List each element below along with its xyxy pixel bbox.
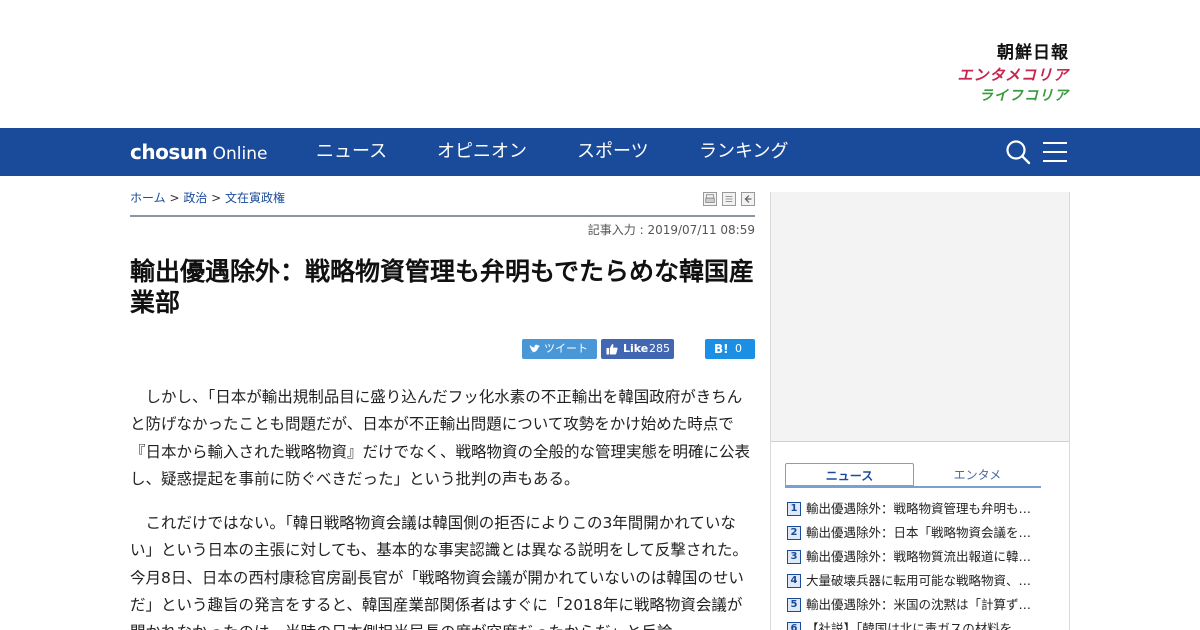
ranking-title: 輸出優遇除外：米国の沈黙は「計算ず… xyxy=(806,597,1032,612)
article-paragraph: しかし、「日本が輸出規制品目に盛り込んだフッ化水素の不正輸出を韓国政府がきちんと… xyxy=(130,388,751,488)
tweet-button[interactable]: ツイート xyxy=(522,339,597,359)
nav-item-sports[interactable]: スポーツ xyxy=(577,140,649,164)
breadcrumb-home[interactable]: ホーム xyxy=(130,191,166,205)
like-label: Like xyxy=(623,342,649,355)
nav-item-opinion[interactable]: オピニオン xyxy=(437,140,527,164)
ranking-title: 【社説】「韓国は北に毒ガスの材料を… xyxy=(806,621,1025,630)
ranking-title: 輸出優遇除外：戦略物資管理も弁明も… xyxy=(806,501,1032,516)
article-dateline: 記事入力 : 2019/07/11 08:59 xyxy=(587,223,755,237)
ranking-item[interactable]: 6 【社説】「韓国は北に毒ガスの材料を… xyxy=(787,620,1047,630)
ranking-title: 輸出優遇除外：日本「戦略物資会議を… xyxy=(806,525,1032,540)
rank-number-badge: 6 xyxy=(787,622,801,630)
ranking-item[interactable]: 2 輸出優遇除外：日本「戦略物資会議を… xyxy=(787,524,1047,542)
breadcrumb: ホーム > 政治 > 文在寅政権 xyxy=(130,190,285,206)
ranking-item[interactable]: 1 輸出優遇除外：戦略物資管理も弁明も… xyxy=(787,500,1047,518)
nav-item-news[interactable]: ニュース xyxy=(316,140,387,164)
facebook-like-button[interactable]: Like 285 xyxy=(601,339,674,359)
hatena-bookmark-button[interactable]: B! 0 xyxy=(705,339,755,359)
masthead: 朝鮮日報 エンタメコリア ライフコリア xyxy=(0,0,1200,128)
breadcrumb-separator: > xyxy=(165,191,184,205)
like-count: 285 xyxy=(649,342,670,355)
chosun-online-logo[interactable]: chosun Online xyxy=(130,140,267,166)
tab-news[interactable]: ニュース xyxy=(785,463,914,488)
chosun-ilbo-logo[interactable]: 朝鮮日報 xyxy=(957,42,1069,64)
article-header-rule xyxy=(130,215,755,217)
rank-number-badge: 5 xyxy=(787,598,801,612)
life-korea-logo[interactable]: ライフコリア xyxy=(957,86,1069,106)
ranking-title: 大量破壊兵器に転用可能な戦略物資、… xyxy=(806,573,1032,588)
breadcrumb-politics[interactable]: 政治 xyxy=(183,191,207,205)
brand-logos: 朝鮮日報 エンタメコリア ライフコリア xyxy=(957,42,1069,106)
ranking-title: 輸出優遇除外：戦略物質流出報道に韓… xyxy=(806,549,1032,564)
ranking-item[interactable]: 4 大量破壊兵器に転用可能な戦略物資、… xyxy=(787,572,1047,590)
rank-number-badge: 4 xyxy=(787,574,801,588)
ad-slot xyxy=(771,192,1069,442)
text-size-icon[interactable] xyxy=(722,192,736,206)
rank-number-badge: 2 xyxy=(787,526,801,540)
logo-light-text: Online xyxy=(207,144,268,164)
breadcrumb-separator: > xyxy=(207,191,226,205)
search-icon[interactable] xyxy=(1005,139,1031,165)
twitter-bird-icon xyxy=(529,344,540,353)
rank-number-badge: 3 xyxy=(787,550,801,564)
hatena-count: 0 xyxy=(735,342,742,355)
back-arrow-icon[interactable] xyxy=(741,192,755,206)
tweet-label: ツイート xyxy=(544,342,588,355)
logo-bold-text: chosun xyxy=(130,140,208,164)
hatena-icon: B! xyxy=(714,342,729,356)
ranking-item[interactable]: 3 輸出優遇除外：戦略物質流出報道に韓… xyxy=(787,548,1047,566)
print-icon[interactable] xyxy=(703,192,717,206)
rank-number-badge: 1 xyxy=(787,502,801,516)
ranking-item[interactable]: 5 輸出優遇除外：米国の沈黙は「計算ず… xyxy=(787,596,1047,614)
hamburger-icon[interactable] xyxy=(1043,141,1067,163)
nav-item-ranking[interactable]: ランキング xyxy=(699,140,788,164)
article-headline: 輸出優遇除外：戦略物資管理も弁明もでたらめな韓国産業部 xyxy=(130,257,755,317)
enta-korea-logo[interactable]: エンタメコリア xyxy=(957,64,1069,86)
article-paragraph: これだけではない。「韓日戦略物資会議は韓国側の拒否によりこの3年間開かれていない… xyxy=(130,514,748,630)
breadcrumb-moon-government[interactable]: 文在寅政権 xyxy=(225,191,285,205)
tab-entame[interactable]: エンタメ xyxy=(914,463,1041,488)
thumbs-up-icon xyxy=(606,344,618,355)
